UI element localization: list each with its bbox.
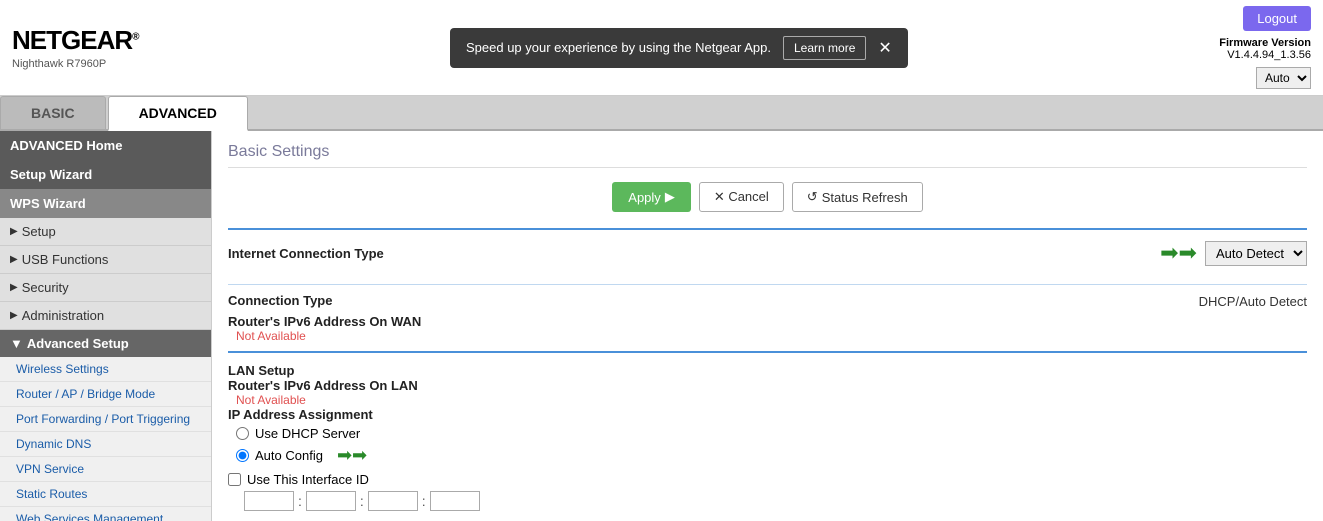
logo-reg: ®	[132, 31, 138, 42]
firmware-info: Firmware Version V1.4.4.94_1.3.56	[1219, 37, 1311, 61]
sidebar-item-advanced-home[interactable]: ADVANCED Home	[0, 131, 211, 160]
arrow-icon: ▶	[10, 310, 18, 321]
status-refresh-button[interactable]: ↺ Status Refresh	[792, 182, 923, 212]
status-label: Status Refresh	[822, 190, 908, 205]
arrow-icon: ▶	[10, 254, 18, 265]
separator-1: :	[298, 493, 302, 509]
interface-id-input-2[interactable]	[306, 491, 356, 511]
connection-type-label: Connection Type	[228, 293, 332, 308]
sidebar-item-administration[interactable]: ▶ Administration	[0, 302, 211, 330]
close-notification-button[interactable]: ✕	[878, 38, 891, 58]
connection-type-row: Connection Type DHCP/Auto Detect	[228, 293, 1307, 310]
internet-connection-row: Internet Connection Type ➡➡ Auto Detect …	[228, 240, 1307, 266]
sidebar-item-setup[interactable]: ▶ Setup	[0, 218, 211, 246]
sidebar-item-usb-label: USB Functions	[22, 252, 109, 267]
auto-config-arrow-icon: ➡➡	[337, 445, 367, 466]
sidebar-sub-port-forwarding[interactable]: Port Forwarding / Port Triggering	[0, 407, 211, 432]
logo-area: NETGEAR® Nighthawk R7960P	[12, 25, 139, 70]
tab-basic[interactable]: BASIC	[0, 96, 106, 129]
interface-id-input-1[interactable]	[244, 491, 294, 511]
auto-config-label: Auto Config	[255, 448, 323, 463]
auto-detect-select[interactable]: Auto Detect DHCP PPPoE Static IP PPTP L2…	[1205, 241, 1307, 266]
sidebar-item-setup-wizard[interactable]: Setup Wizard	[0, 160, 211, 189]
use-dhcp-row: Use DHCP Server	[236, 426, 1307, 441]
notification-text: Speed up your experience by using the Ne…	[466, 40, 771, 55]
arrow-down-icon: ▼	[10, 336, 23, 351]
sidebar-item-admin-label: Administration	[22, 308, 104, 323]
router-ipv6-wan-label: Router's IPv6 Address On WAN	[228, 314, 1307, 329]
connection-type-value: DHCP/Auto Detect	[1199, 294, 1307, 309]
arrow-icon: ▶	[10, 282, 18, 293]
cancel-label: ✕ Cancel	[714, 189, 769, 205]
tabs-bar: BASIC ADVANCED	[0, 96, 1323, 131]
status-icon: ↺	[807, 189, 818, 205]
use-dhcp-radio[interactable]	[236, 427, 249, 440]
right-arrow-icon: ➡➡	[1160, 240, 1197, 266]
apply-icon: ▶	[665, 189, 675, 205]
sidebar-sub-vpn[interactable]: VPN Service	[0, 457, 211, 482]
model-name: Nighthawk R7960P	[12, 58, 139, 70]
logo: NETGEAR®	[12, 25, 139, 56]
content-area: Basic Settings Apply ▶ ✕ Cancel ↺ Status…	[212, 131, 1323, 521]
auto-detect-area: ➡➡ Auto Detect DHCP PPPoE Static IP PPTP…	[1160, 240, 1307, 266]
use-interface-checkbox[interactable]	[228, 473, 241, 486]
lan-setup-label: LAN Setup	[228, 363, 1307, 378]
use-dhcp-label: Use DHCP Server	[255, 426, 360, 441]
ipv6-lan-not-available: Not Available	[228, 393, 1307, 407]
sidebar-sub-dynamic-dns[interactable]: Dynamic DNS	[0, 432, 211, 457]
sidebar-item-security-label: Security	[22, 280, 69, 295]
interface-id-input-4[interactable]	[430, 491, 480, 511]
page-title: Basic Settings	[228, 143, 1307, 168]
cancel-button[interactable]: ✕ Cancel	[699, 182, 784, 212]
header: NETGEAR® Nighthawk R7960P Speed up your …	[0, 0, 1323, 96]
sidebar-item-usb-functions[interactable]: ▶ USB Functions	[0, 246, 211, 274]
apply-label: Apply	[628, 190, 661, 205]
sidebar-advanced-setup-label: Advanced Setup	[27, 336, 129, 351]
sidebar-item-wps-wizard[interactable]: WPS Wizard	[0, 189, 211, 218]
sidebar-sub-router-ap[interactable]: Router / AP / Bridge Mode	[0, 382, 211, 407]
lan-setup-section: LAN Setup Router's IPv6 Address On LAN N…	[228, 351, 1307, 521]
sidebar-sub-wireless[interactable]: Wireless Settings	[0, 357, 211, 382]
arrow-icon: ▶	[10, 226, 18, 237]
sidebar-item-security[interactable]: ▶ Security	[0, 274, 211, 302]
connection-type-section: Connection Type DHCP/Auto Detect Router'…	[228, 284, 1307, 351]
sidebar-sub-static-routes[interactable]: Static Routes	[0, 482, 211, 507]
internet-connection-label: Internet Connection Type	[228, 246, 384, 261]
use-interface-label: Use This Interface ID	[247, 472, 369, 487]
interface-id-input-3[interactable]	[368, 491, 418, 511]
apply-button[interactable]: Apply ▶	[612, 182, 691, 212]
logout-button[interactable]: Logout	[1243, 6, 1311, 31]
header-right: Logout Firmware Version V1.4.4.94_1.3.56…	[1219, 6, 1311, 89]
sidebar: ADVANCED Home Setup Wizard WPS Wizard ▶ …	[0, 131, 212, 521]
router-ipv6-lan-label: Router's IPv6 Address On LAN	[228, 378, 1307, 393]
ip-assignment-label: IP Address Assignment	[228, 407, 1307, 422]
language-select[interactable]: Auto	[1256, 67, 1311, 89]
sidebar-item-setup-label: Setup	[22, 224, 56, 239]
separator-2: :	[360, 493, 364, 509]
internet-connection-section: Internet Connection Type ➡➡ Auto Detect …	[228, 228, 1307, 280]
sidebar-advanced-setup-section[interactable]: ▼ Advanced Setup	[0, 330, 211, 357]
action-buttons: Apply ▶ ✕ Cancel ↺ Status Refresh	[228, 182, 1307, 212]
auto-config-radio[interactable]	[236, 449, 249, 462]
sidebar-sub-web-services[interactable]: Web Services Management	[0, 507, 211, 521]
learn-more-button[interactable]: Learn more	[783, 36, 866, 60]
use-interface-row: Use This Interface ID	[228, 472, 1307, 487]
firmware-value: V1.4.4.94_1.3.56	[1227, 49, 1311, 61]
main-layout: ADVANCED Home Setup Wizard WPS Wizard ▶ …	[0, 131, 1323, 521]
firmware-label: Firmware Version	[1219, 37, 1311, 49]
notification-bar: Speed up your experience by using the Ne…	[450, 28, 908, 68]
separator-3: :	[422, 493, 426, 509]
tab-advanced[interactable]: ADVANCED	[108, 96, 248, 131]
ipv6-wan-not-available: Not Available	[228, 329, 1307, 343]
auto-config-row: Auto Config ➡➡	[236, 445, 1307, 466]
interface-id-inputs: : : :	[244, 491, 1307, 511]
